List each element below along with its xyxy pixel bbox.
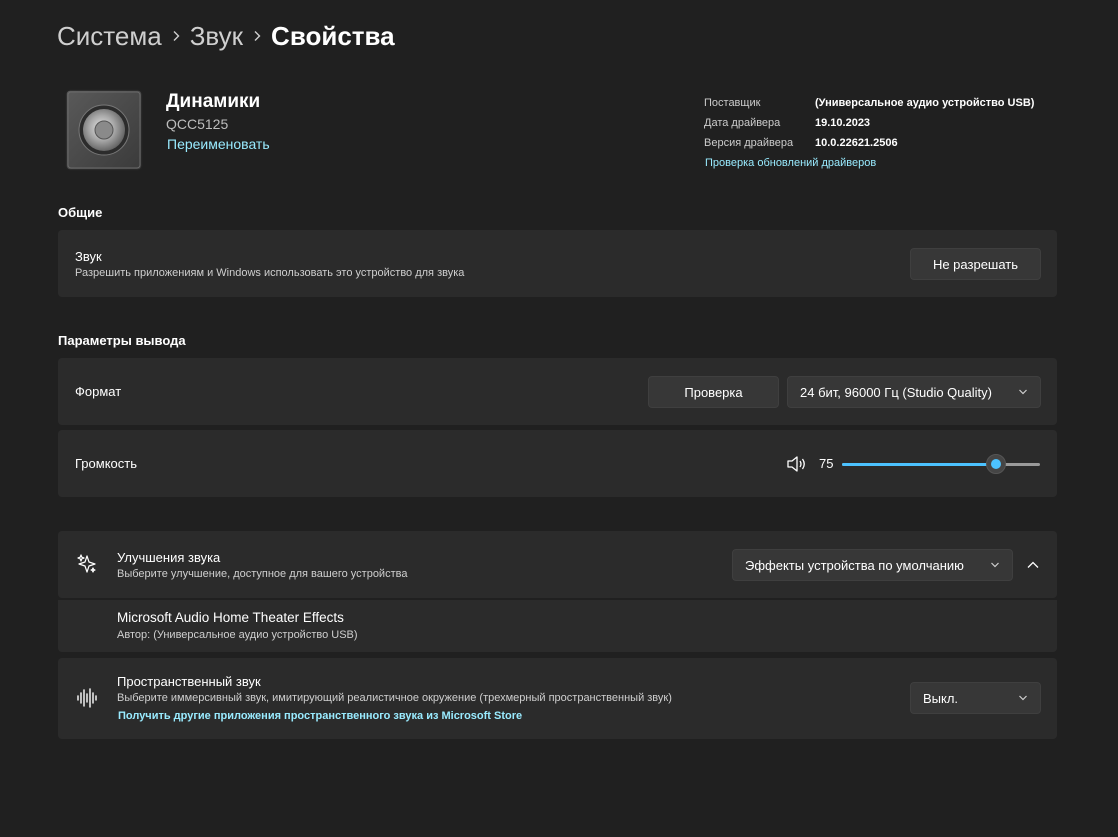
enhancements-dropdown[interactable]: Эффекты устройства по умолчанию	[732, 549, 1013, 581]
spatial-sound-dropdown-value: Выкл.	[923, 690, 959, 706]
disallow-button[interactable]: Не разрешать	[910, 248, 1041, 280]
effect-author: Автор: (Универсальное аудио устройство U…	[117, 629, 358, 641]
sound-wave-icon	[76, 687, 98, 709]
spatial-sound-dropdown[interactable]: Выкл.	[910, 682, 1041, 714]
volume-slider-thumb[interactable]	[986, 454, 1006, 474]
driver-version-label: Версия драйвера	[704, 137, 794, 149]
effect-name: Microsoft Audio Home Theater Effects	[117, 610, 344, 625]
driver-date-value: 19.10.2023	[815, 117, 871, 129]
chevron-right-icon	[162, 30, 190, 42]
device-name: Динамики	[166, 91, 261, 112]
volume-label: Громкость	[75, 456, 137, 471]
chevron-down-icon	[991, 562, 999, 568]
spatial-sound-card: Пространственный звук Выберите иммерсивн…	[58, 658, 1057, 739]
enhancements-title: Улучшения звука	[117, 550, 221, 565]
volume-slider-fill	[842, 463, 996, 466]
chevron-down-icon	[1019, 695, 1027, 701]
spatial-sound-title: Пространственный звук	[117, 674, 261, 689]
speaker-icon	[64, 88, 144, 172]
chevron-up-icon[interactable]	[1026, 558, 1040, 572]
enhancement-effect-item: Microsoft Audio Home Theater Effects Авт…	[58, 600, 1057, 652]
provider-value: (Универсальное аудио устройство USB)	[815, 97, 1035, 109]
chevron-down-icon	[1019, 389, 1027, 395]
sparkle-icon	[76, 553, 98, 575]
format-dropdown[interactable]: 24 бит, 96000 Гц (Studio Quality)	[787, 376, 1041, 408]
page-title: Свойства	[271, 20, 395, 51]
section-title-general: Общие	[58, 205, 103, 220]
format-label: Формат	[75, 384, 122, 399]
chevron-right-icon	[243, 30, 271, 42]
sound-permission-card: Звук Разрешить приложениям и Windows исп…	[58, 230, 1057, 297]
rename-link[interactable]: Переименовать	[167, 136, 270, 152]
format-dropdown-value: 24 бит, 96000 Гц (Studio Quality)	[800, 384, 992, 400]
sound-permission-subtitle: Разрешить приложениям и Windows использо…	[75, 267, 465, 279]
volume-icon[interactable]	[786, 454, 808, 474]
spatial-sound-subtitle: Выберите иммерсивный звук, имитирующий р…	[117, 692, 672, 704]
section-title-output: Параметры вывода	[58, 333, 186, 348]
volume-slider[interactable]	[842, 454, 1040, 474]
device-model: QCC5125	[166, 116, 229, 132]
test-button[interactable]: Проверка	[648, 376, 779, 408]
sound-permission-title: Звук	[75, 249, 102, 264]
enhancements-subtitle: Выберите улучшение, доступное для вашего…	[117, 568, 408, 580]
driver-update-link[interactable]: Проверка обновлений драйверов	[705, 153, 876, 173]
enhancements-card[interactable]: Улучшения звука Выберите улучшение, дост…	[58, 531, 1057, 598]
format-card: Формат Проверка 24 бит, 96000 Гц (Studio…	[58, 358, 1057, 425]
breadcrumb-system[interactable]: Система	[57, 21, 162, 52]
breadcrumb-sound[interactable]: Звук	[190, 21, 243, 52]
enhancements-dropdown-value: Эффекты устройства по умолчанию	[745, 557, 964, 573]
volume-value: 75	[819, 456, 834, 471]
driver-date-label: Дата драйвера	[704, 117, 781, 129]
provider-label: Поставщик	[704, 97, 761, 109]
driver-version-value: 10.0.22621.2506	[815, 137, 898, 149]
breadcrumb: Система Звук Свойства	[57, 18, 395, 54]
volume-card: Громкость 75	[58, 430, 1057, 497]
driver-info: Поставщик (Универсальное аудио устройств…	[704, 93, 1034, 173]
store-link[interactable]: Получить другие приложения пространствен…	[118, 710, 522, 722]
